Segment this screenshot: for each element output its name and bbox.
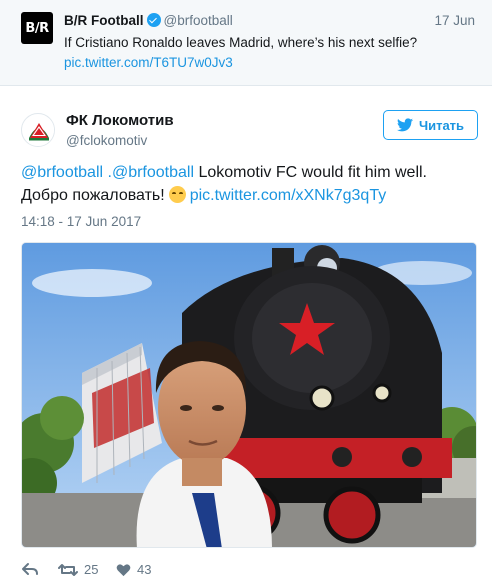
reply-icon — [22, 563, 38, 575]
parent-tweet-date[interactable]: 17 Jun — [434, 13, 475, 28]
main-author-handle[interactable]: @fclokomotiv — [66, 133, 147, 148]
retweet-button[interactable]: 25 — [58, 562, 98, 577]
mention-link[interactable]: .@brfootball — [108, 164, 195, 181]
main-tweet-media-link[interactable]: pic.twitter.com/xXNk7g3qTy — [190, 187, 387, 204]
tweet-action-bar: 25 43 — [0, 562, 492, 582]
lokomotiv-avatar[interactable] — [21, 113, 55, 147]
parent-tweet-body: If Cristiano Ronaldo leaves Madrid, wher… — [64, 35, 418, 50]
follow-button-label: Читать — [418, 117, 465, 133]
selfie-locomotive-image — [22, 243, 476, 547]
like-button[interactable]: 43 — [116, 562, 151, 577]
tweet-photo[interactable] — [21, 242, 477, 548]
lokomotiv-logo-icon — [23, 115, 54, 146]
parent-tweet-header: B/R Football @brfootball — [64, 13, 233, 28]
parent-tweet[interactable]: B/R B/R Football @brfootball 17 Jun If Cr… — [0, 0, 492, 86]
parent-tweet-media-link[interactable]: pic.twitter.com/T6TU7w0Jv3 — [64, 53, 474, 73]
reply-button[interactable] — [21, 562, 39, 576]
retweet-icon — [58, 563, 78, 576]
verified-badge-icon — [146, 13, 161, 27]
br-logo-text: B/R — [25, 20, 49, 36]
smiling-face-emoji-icon — [168, 186, 186, 203]
heart-icon — [116, 563, 131, 576]
tweet-timestamp[interactable]: 14:18 - 17 Jun 2017 — [21, 214, 141, 229]
mention-link[interactable]: @brfootball — [21, 164, 103, 181]
main-author-name[interactable]: ФК Локомотив — [66, 112, 174, 129]
main-tweet-text: @brfootball .@brfootball Lokomotiv FC wo… — [21, 161, 476, 207]
like-count: 43 — [137, 562, 152, 577]
retweet-count: 25 — [84, 562, 99, 577]
parent-tweet-text: If Cristiano Ronaldo leaves Madrid, wher… — [64, 33, 474, 73]
parent-author-name[interactable]: B/R Football — [64, 13, 144, 28]
follow-button[interactable]: Читать — [383, 110, 478, 140]
parent-author-handle[interactable]: @brfootball — [164, 13, 233, 28]
twitter-bird-icon — [396, 118, 413, 132]
br-football-avatar[interactable]: B/R — [21, 12, 53, 44]
